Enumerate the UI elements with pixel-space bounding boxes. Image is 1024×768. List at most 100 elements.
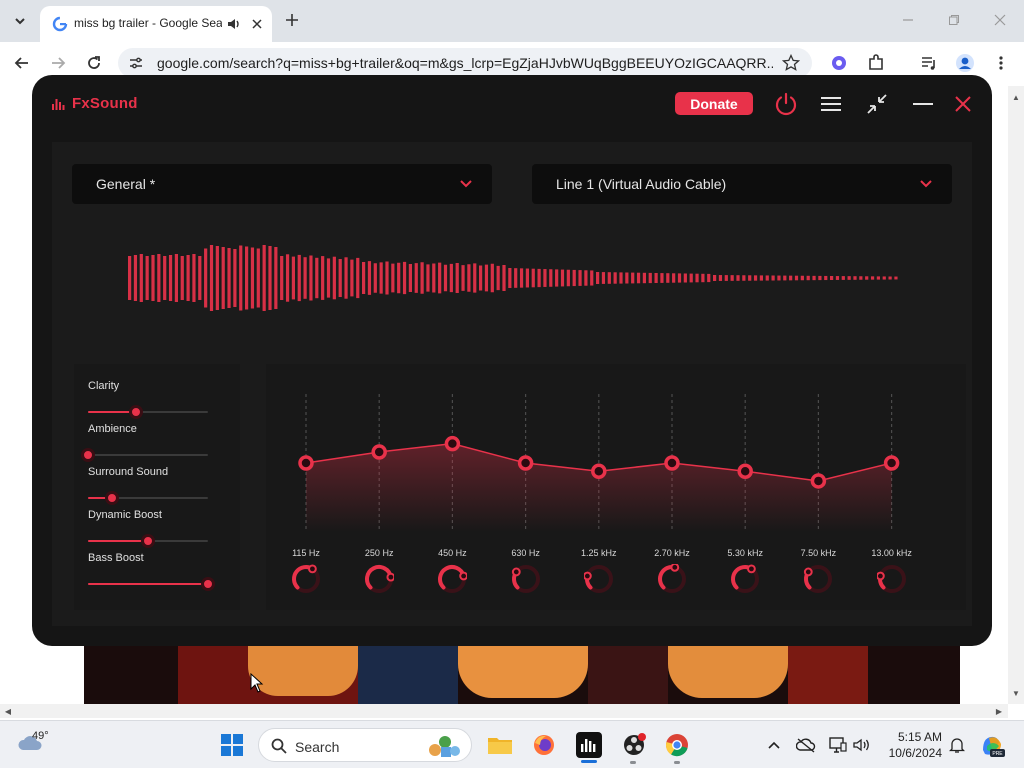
visualizer-bar <box>876 276 880 280</box>
visualizer-bar <box>882 276 886 280</box>
profile-button[interactable] <box>954 52 976 74</box>
browser-tab-active[interactable]: miss bg trailer - Google Search <box>40 6 272 42</box>
output-device-dropdown[interactable]: Line 1 (Virtual Audio Cable) <box>532 164 952 204</box>
visualizer-bar <box>531 268 535 288</box>
eq-band-knob[interactable] <box>437 564 468 594</box>
visualizer-bar <box>163 256 167 300</box>
eq-band-handle[interactable] <box>810 473 827 489</box>
donate-button[interactable]: Donate <box>675 92 753 115</box>
visualizer-bar <box>157 254 161 302</box>
effect-slider-knob[interactable] <box>81 448 95 462</box>
effect-slider-knob[interactable] <box>105 491 119 505</box>
chrome-button[interactable] <box>663 731 691 759</box>
eq-band-handle[interactable] <box>298 455 314 471</box>
preset-dropdown[interactable]: General * <box>72 164 492 204</box>
extensions-button[interactable] <box>865 52 887 74</box>
eq-band-knob[interactable] <box>657 564 687 594</box>
visualizer-bar <box>280 256 284 300</box>
page-scrollbar-horizontal[interactable]: ◀ ▶ <box>0 704 1008 718</box>
eq-band-handle[interactable] <box>517 455 534 471</box>
video-preview[interactable] <box>84 646 960 704</box>
eq-band-knob[interactable] <box>364 564 395 594</box>
visualizer-bar <box>467 264 471 292</box>
tab-close-button[interactable] <box>248 15 266 33</box>
visualizer-bar <box>496 265 500 291</box>
close-window-button[interactable] <box>990 10 1010 30</box>
extension-snowflake-button[interactable] <box>828 52 850 74</box>
media-controls-button[interactable] <box>918 52 940 74</box>
visualizer-bar <box>794 275 799 281</box>
obs-button[interactable] <box>620 731 648 759</box>
visualizer-bar <box>204 248 208 308</box>
effect-slider[interactable] <box>88 577 215 591</box>
eq-band-knob[interactable] <box>730 564 760 594</box>
eq-band-label: 1.25 kHz <box>581 548 617 558</box>
firefox-button[interactable] <box>530 731 558 759</box>
eq-band-handle[interactable] <box>737 463 753 480</box>
visualizer-bar <box>648 272 652 284</box>
fx-menu-button[interactable] <box>817 90 845 118</box>
site-info-icon[interactable] <box>128 55 144 71</box>
file-explorer-button[interactable] <box>486 731 514 759</box>
effect-slider[interactable] <box>88 534 208 548</box>
effect-slider-knob[interactable] <box>141 534 155 548</box>
eq-band-knob[interactable] <box>583 564 614 594</box>
weather-temperature: 49° <box>32 730 49 742</box>
effect-slider-knob[interactable] <box>201 577 215 591</box>
power-button[interactable] <box>772 90 800 118</box>
eq-band-knob[interactable] <box>803 564 833 594</box>
visualizer-bar <box>525 268 529 288</box>
new-tab-button[interactable] <box>282 10 302 30</box>
show-hidden-icons-button[interactable] <box>760 731 788 759</box>
fxsound-taskbar-button[interactable] <box>575 731 603 759</box>
back-button[interactable] <box>11 52 33 74</box>
effect-slider[interactable] <box>88 491 208 505</box>
hamburger-menu-icon <box>821 97 841 111</box>
volume-icon <box>853 738 869 752</box>
visualizer-bar <box>508 268 512 288</box>
visualizer-bar <box>192 254 196 302</box>
volume-button[interactable] <box>848 731 876 759</box>
clock-time[interactable]: 5:15 AM <box>888 730 942 744</box>
restore-window-button[interactable] <box>944 10 964 30</box>
eq-band-knob[interactable] <box>511 564 541 594</box>
clock-date[interactable]: 10/6/2024 <box>882 746 942 760</box>
chevron-down-icon <box>15 18 25 25</box>
scroll-down-arrow[interactable]: ▼ <box>1011 688 1021 698</box>
scroll-left-arrow[interactable]: ◀ <box>3 706 13 716</box>
browser-tabstrip: miss bg trailer - Google Search <box>0 0 1024 42</box>
eq-band-handle[interactable] <box>664 455 680 471</box>
visualizer-bar <box>473 263 477 293</box>
browser-menu-button[interactable] <box>990 52 1012 74</box>
address-bar[interactable]: google.com/search?q=miss+bg+trailer&oq=m… <box>118 48 812 78</box>
eq-band-handle[interactable] <box>883 455 900 471</box>
fx-minimize-button[interactable] <box>909 90 937 118</box>
visualizer-bar <box>625 272 629 284</box>
fx-close-button[interactable] <box>949 90 977 118</box>
eq-band-knob[interactable] <box>876 564 907 594</box>
effect-slider-knob[interactable] <box>129 405 143 419</box>
copilot-button[interactable]: PRE <box>978 731 1006 759</box>
forward-button[interactable] <box>47 52 69 74</box>
eq-band-handle[interactable] <box>371 444 387 460</box>
minimize-view-button[interactable] <box>863 90 891 118</box>
visualizer-bar <box>777 275 781 281</box>
eq-band-handle[interactable] <box>444 435 461 452</box>
reload-button[interactable] <box>83 52 105 74</box>
speaker-icon[interactable] <box>226 16 242 32</box>
scroll-right-arrow[interactable]: ▶ <box>994 706 1004 716</box>
notifications-button[interactable] <box>943 731 971 759</box>
onedrive-button[interactable] <box>792 731 820 759</box>
effect-slider[interactable] <box>88 405 208 419</box>
taskbar-search-box[interactable]: Search <box>258 728 472 762</box>
scroll-up-arrow[interactable]: ▲ <box>1011 92 1021 102</box>
effect-slider[interactable] <box>81 448 208 462</box>
page-scrollbar-vertical[interactable]: ▲ ▼ <box>1008 86 1024 704</box>
eq-band-handle[interactable] <box>591 463 607 480</box>
start-button[interactable] <box>218 731 246 759</box>
tab-search-button[interactable] <box>8 9 32 33</box>
eq-band-knob[interactable] <box>291 564 321 594</box>
bookmark-star-icon[interactable] <box>782 54 800 72</box>
minimize-window-button[interactable] <box>898 10 918 30</box>
visualizer-bar <box>186 255 190 301</box>
